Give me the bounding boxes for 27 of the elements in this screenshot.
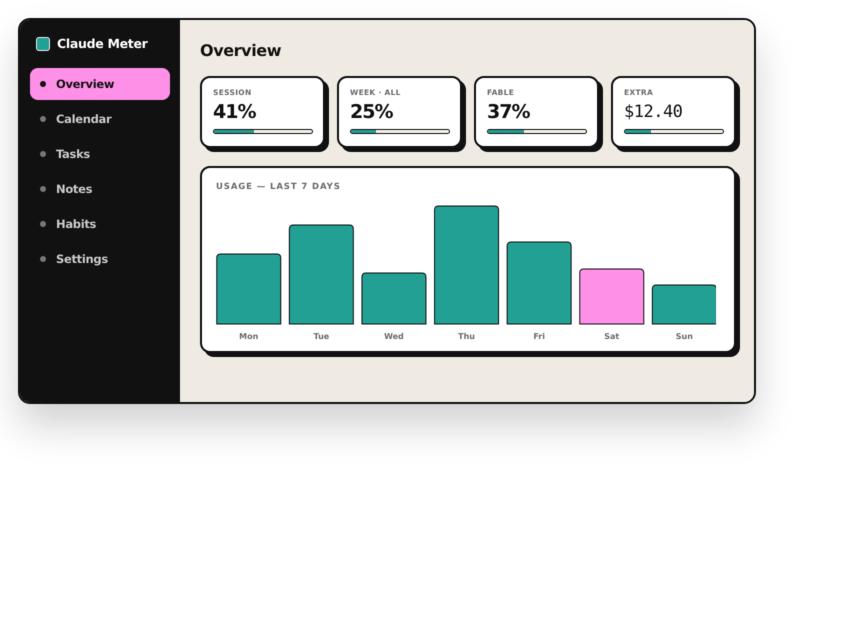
stat-value: 25% xyxy=(350,100,392,124)
day-label: Wed xyxy=(384,332,404,341)
stat-value: 37% xyxy=(487,100,530,124)
nav-item[interactable]: Settings xyxy=(30,243,170,275)
day-label: Sun xyxy=(676,332,693,341)
dot-icon xyxy=(40,186,46,192)
nav-item[interactable]: Overview xyxy=(30,68,170,100)
app-title: Claude Meter xyxy=(57,36,148,51)
dot-icon xyxy=(40,81,46,87)
day-label: Sat xyxy=(604,332,620,341)
page-title: Overview xyxy=(200,40,282,62)
logo-icon xyxy=(36,36,50,50)
dot-icon xyxy=(40,116,46,122)
day-label: Thu xyxy=(458,332,475,341)
nav-item[interactable]: Tasks xyxy=(30,138,170,170)
chart-title: USAGE — LAST 7 DAYS xyxy=(216,181,342,193)
stat-value: 41% xyxy=(213,100,256,124)
day-label: Fri xyxy=(533,332,545,341)
nav-item[interactable]: Calendar xyxy=(30,103,170,135)
day-label: Mon xyxy=(239,332,258,341)
stat-value: $12.40 xyxy=(624,101,682,124)
dot-icon xyxy=(40,151,46,157)
nav-item[interactable]: Notes xyxy=(30,173,170,205)
dot-icon xyxy=(40,256,46,262)
nav-item[interactable]: Habits xyxy=(30,208,170,240)
day-label: Tue xyxy=(314,332,330,341)
dot-icon xyxy=(40,221,46,227)
